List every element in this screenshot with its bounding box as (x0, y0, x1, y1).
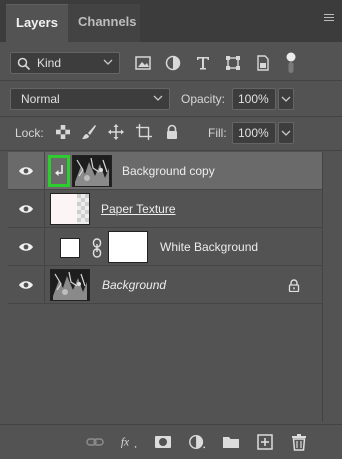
delete-layer-icon[interactable] (290, 433, 308, 451)
divider (0, 150, 342, 151)
opacity-input[interactable]: 100% (232, 88, 276, 110)
lock-transparent-pixels-icon[interactable] (55, 124, 71, 140)
visibility-toggle[interactable] (8, 190, 45, 228)
fill-label: Fill: (208, 126, 227, 140)
link-layers-icon[interactable] (86, 433, 104, 451)
image-filter-icon[interactable] (134, 54, 152, 72)
panel-menu-icon[interactable] (324, 14, 334, 24)
fill-layer-thumbnail (60, 238, 80, 258)
visibility-toggle[interactable] (8, 152, 45, 190)
opacity-dropdown-button[interactable] (278, 88, 294, 110)
chain-link-icon[interactable] (92, 238, 102, 258)
blend-mode-select[interactable]: Normal (10, 88, 170, 110)
fill-input[interactable]: 100% (232, 122, 276, 144)
add-mask-icon[interactable] (154, 433, 172, 451)
layers-footer-toolbar: fx (0, 424, 342, 459)
chevron-down-icon (153, 95, 163, 101)
fill-dropdown-button[interactable] (278, 122, 294, 144)
layer-row-background[interactable]: Background (8, 266, 322, 304)
layer-name: Paper Texture (101, 202, 176, 216)
layers-scrollbar[interactable] (322, 152, 342, 422)
layer-thumbnail (50, 269, 90, 301)
layer-row-background-copy[interactable]: Background copy (8, 152, 322, 190)
layer-name: White Background (160, 240, 259, 254)
divider (0, 116, 342, 117)
clipping-mask-arrow-icon (55, 165, 63, 176)
lock-image-pixels-icon[interactable] (81, 124, 97, 140)
tab-bar: Layers Channels (0, 0, 342, 42)
layer-mask-thumbnail[interactable] (108, 231, 148, 263)
adjustment-layer-icon[interactable] (188, 433, 206, 451)
layers-panel: Layers Channels Kind Normal Opacity: 100… (0, 0, 342, 459)
fx-icon[interactable]: fx (120, 433, 138, 451)
opacity-label: Opacity: (181, 92, 226, 106)
layer-name: Background (102, 278, 167, 292)
lock-all-icon[interactable] (164, 124, 180, 140)
layer-name: Background copy (122, 164, 215, 178)
layer-lock-icon[interactable] (288, 279, 300, 292)
lock-artboard-icon[interactable] (136, 124, 152, 140)
artwork-thumbnail-image (51, 270, 89, 300)
chevron-down-icon (103, 59, 113, 65)
smart-object-filter-icon[interactable] (254, 54, 272, 72)
layer-row-white-background[interactable]: White Background (8, 228, 322, 266)
divider (0, 80, 342, 81)
layer-thumbnail (72, 155, 112, 187)
new-layer-icon[interactable] (256, 433, 274, 451)
search-icon (17, 57, 31, 71)
shape-filter-icon[interactable] (224, 54, 242, 72)
lock-label: Lock: (15, 126, 44, 140)
adjustment-filter-icon[interactable] (164, 54, 182, 72)
blend-mode-value: Normal (21, 92, 60, 106)
kind-filter-select[interactable]: Kind (10, 52, 120, 74)
artwork-thumbnail-image (73, 156, 111, 186)
eye-icon (19, 243, 33, 251)
type-filter-icon[interactable] (194, 54, 212, 72)
chevron-down-icon (281, 130, 291, 136)
visibility-toggle[interactable] (8, 228, 45, 266)
layers-list: Background copy Paper Texture White Back… (8, 152, 322, 422)
eye-icon (19, 205, 33, 213)
kind-label: Kind (37, 56, 62, 70)
layer-thumbnail (50, 193, 90, 225)
visibility-toggle[interactable] (8, 266, 45, 304)
svg-text:fx: fx (121, 436, 129, 448)
paper-thumbnail-image (51, 194, 89, 224)
clipping-indicator-highlight (48, 155, 70, 187)
lock-position-icon[interactable] (108, 124, 124, 140)
eye-icon (19, 281, 33, 289)
tab-layers[interactable]: Layers (6, 4, 68, 42)
new-group-icon[interactable] (222, 433, 240, 451)
eye-icon (19, 167, 33, 175)
filter-toggle-switch[interactable] (286, 52, 296, 74)
chevron-down-icon (281, 96, 291, 102)
layer-row-paper-texture[interactable]: Paper Texture (8, 190, 322, 228)
tab-channels[interactable]: Channels (68, 4, 140, 42)
